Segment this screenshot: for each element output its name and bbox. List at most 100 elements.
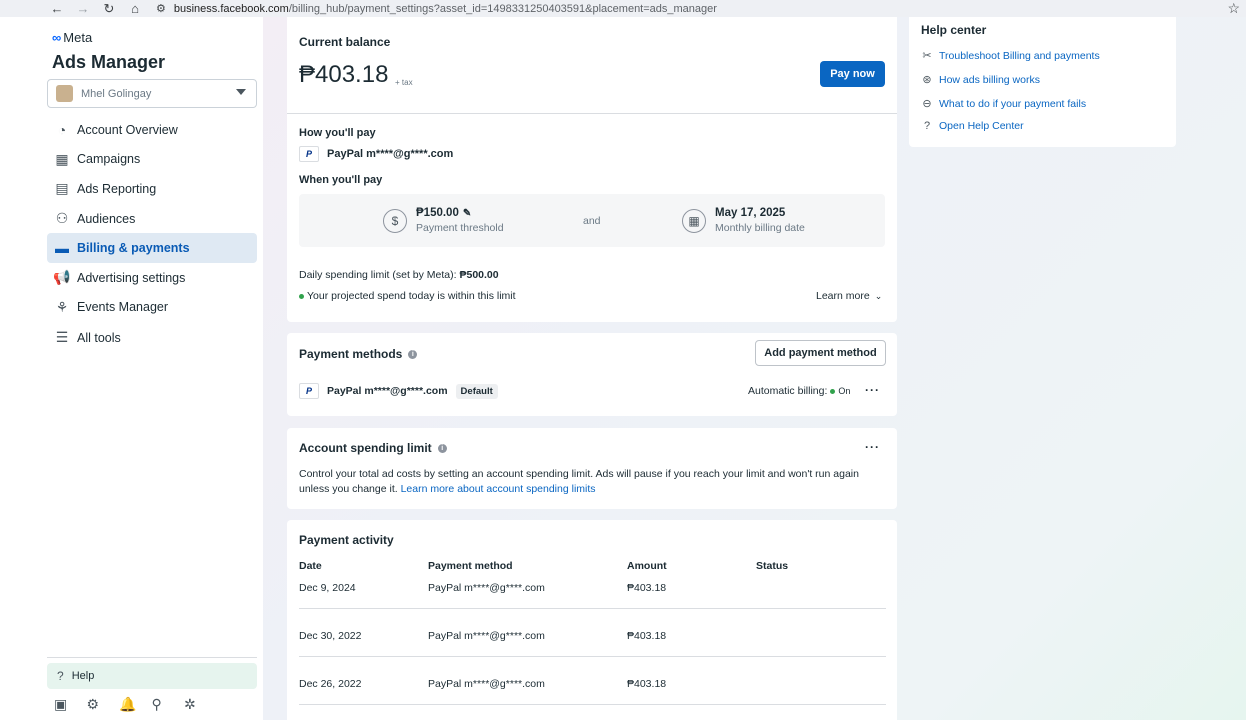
sidebar-item-audiences[interactable]: ⚇ Audiences bbox=[47, 204, 257, 234]
row-date: Dec 26, 2022 bbox=[299, 678, 362, 690]
auto-billing-label: Automatic billing: bbox=[748, 385, 828, 397]
report-icon: ▤ bbox=[55, 180, 69, 197]
row-amount: ₱403.18 bbox=[627, 582, 667, 594]
account-selector[interactable]: Mhel Golingay bbox=[47, 79, 257, 108]
url-text: business.facebook.com/billing_hub/paymen… bbox=[174, 3, 717, 15]
current-balance-title: Current balance bbox=[299, 35, 391, 49]
sidebar-item-label: Account Overview bbox=[77, 122, 178, 137]
back-icon[interactable]: ← bbox=[44, 0, 70, 17]
table-row[interactable]: Dec 30, 2022 PayPal m****@g****.com ₱403… bbox=[299, 609, 886, 657]
projected-text: Your projected spend today is within thi… bbox=[307, 290, 516, 302]
bug-icon[interactable]: ✲ bbox=[184, 696, 217, 713]
help-link-label: Troubleshoot Billing and payments bbox=[939, 49, 1100, 62]
help-link-payment-fails[interactable]: ⊖ What to do if your payment fails bbox=[921, 97, 1087, 111]
question-icon: ? bbox=[923, 120, 931, 132]
sidebar-nav: ◔ Account Overview ▦ Campaigns ▤ Ads Rep… bbox=[47, 115, 257, 353]
threshold-label: Payment threshold bbox=[416, 222, 504, 234]
table-row[interactable]: Dec 9, 2024 PayPal m****@g****.com ₱403.… bbox=[299, 561, 886, 609]
menu-icon: ☰ bbox=[55, 329, 69, 346]
card-icon: ▬ bbox=[55, 240, 69, 257]
pay-now-button[interactable]: Pay now bbox=[820, 61, 885, 87]
learn-more-label: Learn more bbox=[816, 290, 870, 302]
help-center-title: Help center bbox=[921, 23, 987, 37]
sidebar-item-all-tools[interactable]: ☰ All tools bbox=[47, 323, 257, 353]
minus-circle-icon: ⊖ bbox=[922, 98, 932, 110]
help-link-label: Open Help Center bbox=[939, 120, 1024, 132]
meta-logo[interactable]: ∞ Meta bbox=[52, 30, 92, 45]
sidebar-item-campaigns[interactable]: ▦ Campaigns bbox=[47, 145, 257, 175]
row-amount: ₱403.18 bbox=[627, 630, 667, 642]
threshold-amount: ₱150.00 bbox=[416, 207, 459, 219]
row-amount: ₱403.18 bbox=[627, 678, 667, 690]
calendar-icon: ▦ bbox=[682, 209, 706, 233]
chevron-down-icon: ⌄ bbox=[874, 290, 883, 301]
dollar-icon: $ bbox=[383, 209, 407, 233]
help-link-label: What to do if your payment fails bbox=[939, 97, 1087, 110]
sidebar-divider bbox=[47, 657, 257, 658]
site-settings-icon[interactable]: ⚙ bbox=[156, 2, 166, 15]
sidebar-item-label: All tools bbox=[77, 330, 121, 345]
info-icon[interactable]: i bbox=[408, 349, 418, 359]
payment-activity-title: Payment activity bbox=[299, 533, 394, 547]
sidebar-item-billing-payments[interactable]: ▬ Billing & payments bbox=[47, 233, 257, 263]
bell-icon[interactable]: 🔔 bbox=[119, 696, 152, 713]
sidebar-item-events-manager[interactable]: ⚘ Events Manager bbox=[47, 293, 257, 323]
table-icon: ▦ bbox=[55, 150, 69, 167]
forward-icon[interactable]: → bbox=[70, 0, 96, 17]
sidebar-item-account-overview[interactable]: ◔ Account Overview bbox=[47, 115, 257, 145]
help-link-label: How ads billing works bbox=[939, 73, 1040, 86]
search-icon[interactable]: ⚲ bbox=[152, 696, 185, 713]
home-icon[interactable]: ⌂ bbox=[122, 0, 148, 17]
pencil-icon[interactable]: ✎ bbox=[463, 208, 471, 219]
app-title: Ads Manager bbox=[52, 52, 166, 72]
more-options-icon[interactable]: ··· bbox=[865, 383, 880, 397]
help-link-troubleshoot[interactable]: ✂ Troubleshoot Billing and payments bbox=[921, 49, 1100, 63]
table-row[interactable]: Dec 26, 2022 PayPal m****@g****.com ₱403… bbox=[299, 657, 886, 705]
sidebar-help[interactable]: ? Help bbox=[47, 663, 257, 689]
projected-spend: Your projected spend today is within thi… bbox=[299, 290, 516, 302]
auto-billing-state-text: On bbox=[838, 386, 851, 396]
gauge-icon: ◔ bbox=[57, 121, 67, 138]
sidebar-footer-icons: ▣ ⚙ 🔔 ⚲ ✲ bbox=[54, 696, 217, 713]
people-icon: ⚇ bbox=[55, 210, 69, 227]
payment-methods-title-text: Payment methods bbox=[299, 347, 403, 361]
account-spending-limit-card: Account spending limit i ··· Control you… bbox=[287, 428, 897, 509]
balance-amount: ₱403.18 bbox=[299, 61, 389, 88]
daily-limit-text: Daily spending limit (set by Meta): bbox=[299, 269, 457, 281]
help-link-open-help-center[interactable]: ? Open Help Center bbox=[921, 120, 1024, 132]
sidebar-item-label: Advertising settings bbox=[77, 270, 186, 285]
sidebar-item-advertising-settings[interactable]: 📢 Advertising settings bbox=[47, 263, 257, 293]
automatic-billing-status: Automatic billing: On bbox=[748, 385, 850, 397]
when-you-pay-title: When you'll pay bbox=[299, 174, 383, 186]
threshold-value[interactable]: ₱150.00 ✎ bbox=[416, 207, 471, 219]
meta-infinity-icon: ∞ bbox=[52, 30, 62, 45]
tools-icon: ✂ bbox=[922, 50, 932, 62]
caret-down-icon bbox=[236, 89, 246, 95]
sidebar-item-label: Audiences bbox=[77, 211, 136, 226]
url-path: /billing_hub/payment_settings?asset_id=1… bbox=[288, 2, 717, 15]
news-icon[interactable]: ▣ bbox=[54, 696, 87, 713]
more-options-icon[interactable]: ··· bbox=[865, 440, 880, 454]
info-icon[interactable]: i bbox=[437, 443, 447, 453]
address-bar[interactable]: ⚙ business.facebook.com/billing_hub/paym… bbox=[156, 0, 717, 17]
payment-methods-title: Payment methods i bbox=[299, 347, 418, 361]
payment-method-text: PayPal m****@g****.com bbox=[327, 385, 448, 397]
how-you-pay-title: How you'll pay bbox=[299, 127, 376, 139]
divider bbox=[287, 113, 897, 114]
sidebar: ∞ Meta Ads Manager Mhel Golingay ◔ Accou… bbox=[40, 17, 263, 720]
tax-note: + tax bbox=[395, 78, 413, 87]
gear-icon[interactable]: ⚙ bbox=[87, 696, 120, 713]
url-host: business.facebook.com bbox=[173, 2, 289, 15]
spending-limit-learn-more-link[interactable]: Learn more about account spending limits bbox=[401, 483, 596, 495]
billing-date-value: May 17, 2025 bbox=[715, 207, 786, 219]
spending-limit-title-text: Account spending limit bbox=[299, 441, 432, 455]
question-icon: ? bbox=[57, 669, 64, 683]
spending-limit-description: Control your total ad costs by setting a… bbox=[299, 467, 879, 497]
bookmark-star-icon[interactable]: ☆ bbox=[1227, 0, 1240, 17]
reload-icon[interactable]: ↻ bbox=[96, 0, 122, 17]
payment-method-text: PayPal m****@g****.com bbox=[327, 148, 454, 160]
add-payment-method-button[interactable]: Add payment method bbox=[755, 340, 886, 366]
sidebar-item-ads-reporting[interactable]: ▤ Ads Reporting bbox=[47, 174, 257, 204]
learn-more-toggle[interactable]: Learn more ⌄ bbox=[816, 290, 882, 302]
help-link-how-billing-works[interactable]: ⊛ How ads billing works bbox=[921, 73, 1040, 87]
